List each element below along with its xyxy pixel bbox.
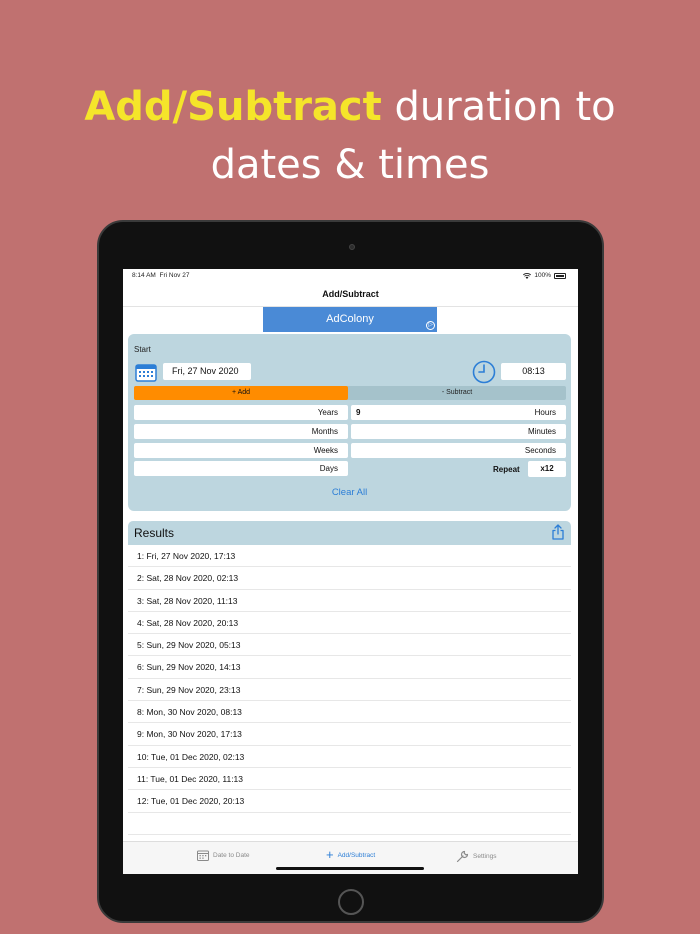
repeat-label: Repeat — [493, 465, 520, 474]
calendar-icon — [197, 850, 209, 861]
results-list: 1: Fri, 27 Nov 2020, 17:13 2: Sat, 28 No… — [128, 545, 571, 835]
tab-label: Add/Subtract — [337, 851, 376, 859]
weeks-label: Weeks — [313, 446, 338, 455]
add-subtract-toggle: + Add - Subtract — [134, 386, 566, 400]
promo-headline-accent: Add/Subtract — [84, 84, 382, 130]
result-row[interactable]: 6: Sun, 29 Nov 2020, 14:13 — [128, 656, 571, 679]
result-row[interactable]: 7: Sun, 29 Nov 2020, 23:13 — [128, 679, 571, 702]
wifi-icon — [523, 272, 532, 279]
result-row[interactable]: 1: Fri, 27 Nov 2020, 17:13 — [128, 545, 571, 568]
result-row[interactable]: 3: Sat, 28 Nov 2020, 11:13 — [128, 590, 571, 612]
ad-banner[interactable]: AdColony ▷ — [263, 307, 437, 332]
result-row-empty — [128, 813, 571, 835]
months-field[interactable]: Months — [134, 424, 348, 439]
result-row[interactable]: 5: Sun, 29 Nov 2020, 05:13 — [128, 634, 571, 657]
weeks-field[interactable]: Weeks — [134, 443, 348, 458]
start-time-field[interactable]: 08:13 — [501, 363, 566, 380]
nav-title: Add/Subtract — [123, 281, 578, 307]
camera-icon — [349, 244, 355, 250]
days-field[interactable]: Days — [134, 461, 348, 476]
days-label: Days — [319, 464, 338, 473]
subtract-segment[interactable]: - Subtract — [348, 386, 566, 400]
promo-headline-line1: Add/Subtract duration to — [0, 78, 700, 136]
repeat-field[interactable]: x12 — [528, 461, 566, 477]
result-row[interactable]: 2: Sat, 28 Nov 2020, 02:13 — [128, 567, 571, 590]
years-field[interactable]: Years — [134, 405, 348, 420]
clear-all-button[interactable]: Clear All — [128, 487, 571, 498]
results-title: Results — [134, 526, 175, 540]
tab-label: Settings — [473, 853, 497, 860]
start-date-field[interactable]: Fri, 27 Nov 2020 — [163, 363, 251, 380]
minutes-field[interactable]: Minutes — [351, 424, 566, 439]
years-label: Years — [317, 408, 338, 417]
tab-label: Date to Date — [213, 852, 250, 859]
results-header: Results — [128, 521, 571, 545]
calendar-icon[interactable] — [135, 363, 157, 382]
hours-field[interactable]: 9 Hours — [351, 405, 566, 420]
share-icon[interactable] — [551, 524, 565, 540]
hours-value: 9 — [356, 408, 361, 417]
battery-percent: 100% — [534, 272, 551, 279]
result-row[interactable]: 11: Tue, 01 Dec 2020, 11:13 — [128, 768, 571, 791]
result-row[interactable]: 8: Mon, 30 Nov 2020, 08:13 — [128, 701, 571, 724]
result-row[interactable]: 10: Tue, 01 Dec 2020, 02:13 — [128, 746, 571, 768]
promo-headline: Add/Subtract duration to dates & times — [0, 78, 700, 194]
wrench-icon — [456, 850, 469, 863]
adchoices-icon[interactable]: ▷ — [426, 321, 435, 330]
promo-headline-rest: duration to — [381, 84, 616, 130]
home-indicator — [276, 867, 424, 870]
ad-label: AdColony — [326, 313, 374, 325]
status-bar: 8:14 AM Fri Nov 27 100% — [123, 269, 578, 281]
result-row[interactable]: 9: Mon, 30 Nov 2020, 17:13 — [128, 723, 571, 746]
status-time: 8:14 AM Fri Nov 27 — [132, 272, 190, 279]
minutes-label: Minutes — [527, 427, 556, 436]
months-label: Months — [311, 427, 338, 436]
status-right: 100% — [523, 272, 566, 279]
result-row[interactable]: 4: Sat, 28 Nov 2020, 20:13 — [128, 612, 571, 635]
seconds-field[interactable]: Seconds — [351, 443, 566, 458]
home-button[interactable] — [338, 889, 364, 915]
battery-icon — [554, 272, 566, 279]
clock-icon[interactable] — [472, 360, 496, 384]
app-screen: 8:14 AM Fri Nov 27 100% Add/Subtract AdC… — [123, 269, 578, 874]
plus-icon: + — [326, 847, 334, 862]
promo-headline-line2: dates & times — [210, 142, 490, 188]
add-segment[interactable]: + Add — [134, 386, 348, 400]
tab-date-to-date[interactable]: Date to Date — [197, 850, 250, 861]
seconds-label: Seconds — [524, 446, 556, 455]
tab-add-subtract[interactable]: + Add/Subtract — [326, 847, 376, 862]
results-section: Results 1: Fri, 27 Nov 2020, 17:13 2: Sa… — [128, 521, 571, 841]
start-label: Start — [134, 345, 151, 354]
result-row[interactable]: 12: Tue, 01 Dec 2020, 20:13 — [128, 790, 571, 813]
tab-settings[interactable]: Settings — [456, 850, 497, 863]
hours-label: Hours — [534, 408, 556, 417]
input-panel: Start Fri, 27 Nov 2020 08:13 + Add - Sub… — [128, 334, 571, 511]
